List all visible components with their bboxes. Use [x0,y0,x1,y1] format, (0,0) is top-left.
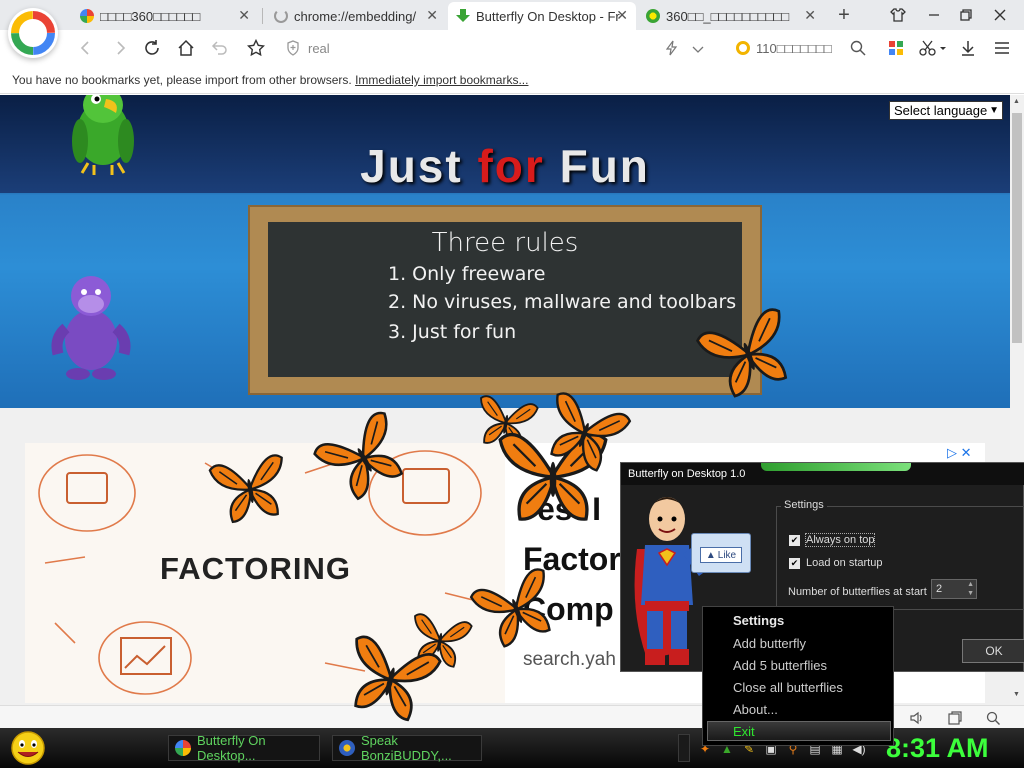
close-icon[interactable]: ✕ [616,7,628,24]
close-window-button[interactable] [988,4,1012,26]
superhero-image [627,489,708,676]
download-icon[interactable] [956,36,980,60]
language-select[interactable]: Select language ▼ [889,101,1003,120]
menu-item-add-butterfly[interactable]: Add butterfly [733,636,806,651]
num-butterflies-stepper[interactable]: 2 ▲ ▼ [931,579,977,599]
parrot-mascot [68,95,138,186]
lightning-icon[interactable] [665,40,678,61]
shield-icon [286,40,300,61]
new-tab-button[interactable]: + [832,4,856,26]
tray-expand-button[interactable] [678,734,690,762]
checkbox-icon[interactable]: ✔ [789,534,800,546]
menu-item-add-5-butterflies[interactable]: Add 5 butterflies [733,658,827,673]
thumbs-up-icon: ▲ [705,549,716,561]
menu-item-close-all[interactable]: Close all butterflies [733,680,843,695]
taskbar-clock[interactable]: 8:31 AM [886,733,989,764]
bookmarks-message: You have no bookmarks yet, please import… [12,73,352,87]
import-bookmarks-link[interactable]: Immediately import bookmarks... [355,73,528,87]
forward-icon[interactable] [108,36,132,60]
search-engine-icon [736,41,750,55]
menu-item-exit[interactable]: Exit [733,724,755,739]
close-icon[interactable]: ✕ [426,7,438,24]
plus-icon [646,9,660,23]
rule-item: 1. Only freeware [388,263,546,285]
search-input[interactable]: 110□□□□□□□ [756,41,832,56]
stepper-arrows-icon[interactable]: ▲ ▼ [967,580,974,598]
tab-title: Butterfly On Desktop - Fr [476,8,620,24]
apps-grid-icon[interactable] [884,36,908,60]
chevron-down-icon[interactable] [692,42,704,60]
menu-item-about[interactable]: About... [733,702,778,717]
download-icon [456,9,470,23]
always-on-top-checkbox[interactable]: ✔ Always on top [789,533,876,547]
rules-title: Three rules [431,228,579,258]
tab-360-other[interactable]: 360□□_□□□□□□□□□□ ✕ [638,2,824,30]
like-button[interactable]: ▲ Like [700,547,742,563]
tab-embedding[interactable]: chrome://embedding/ ✕ [266,2,446,30]
site-headline: Just for Fun [360,140,650,192]
taskbar-button-butterfly[interactable]: Butterfly On Desktop... [168,733,320,763]
tab-title: □□□□360□□□□□□ [100,8,201,24]
tab-bar: □□□□360□□□□□□ ✕ chrome://embedding/ ✕ Bu… [0,0,1024,30]
back-icon[interactable] [74,36,98,60]
scroll-down-icon[interactable]: ▼ [1013,691,1020,698]
browser-icon [175,740,191,756]
menu-item-settings[interactable]: Settings [733,613,784,628]
loading-icon [274,9,288,23]
rule-item: 2. No viruses, mallware and toolbars [388,291,737,313]
minimize-button[interactable] [922,4,946,26]
browser-favicon-icon [80,9,94,23]
browser-logo-icon[interactable] [8,8,58,58]
dropdown-arrow-icon: ▼ [989,105,999,116]
address-input[interactable]: real [308,41,330,56]
num-butterflies-label: Number of butterflies at start [788,586,927,598]
settings-label: Settings [781,499,827,511]
undo-icon[interactable] [208,36,232,60]
bonzi-icon [339,740,355,756]
search-icon[interactable] [850,40,866,59]
ad-image-text: FACTORING [160,551,351,586]
title-accent-bar [761,463,911,471]
tray-context-menu: Settings Add butterfly Add 5 butterflies… [702,606,894,746]
rule-item: 3. Just for fun [388,321,517,343]
reload-icon[interactable] [140,36,164,60]
start-button[interactable] [8,730,48,768]
gorilla-mascot [50,270,132,387]
menu-icon[interactable] [990,36,1014,60]
ok-button[interactable]: OK [962,639,1024,663]
search-box[interactable]: 110□□□□□□□ [736,34,876,62]
checkbox-icon[interactable]: ✔ [789,557,800,569]
taskbar-button-bonzi[interactable]: Speak BonziBUDDY,... [332,733,482,763]
tab-360-home[interactable]: □□□□360□□□□□□ ✕ [72,2,258,30]
close-icon[interactable]: ✕ [804,7,816,24]
scroll-up-icon[interactable]: ▲ [1013,98,1020,105]
ad-url[interactable]: search.yah [523,649,616,671]
restore-button[interactable] [954,4,978,26]
shirt-icon[interactable] [886,4,910,26]
scrollbar-thumb[interactable] [1012,113,1022,343]
scissors-icon[interactable] [916,36,950,60]
ad-choices-icon[interactable]: ▷ ✕ [947,445,972,461]
tab-divider [262,8,263,24]
home-icon[interactable] [174,36,198,60]
bookmarks-bar: You have no bookmarks yet, please import… [0,66,1024,94]
tab-butterfly[interactable]: Butterfly On Desktop - Fr ✕ [448,2,636,30]
address-bar[interactable]: real [278,34,718,62]
tab-title: 360□□_□□□□□□□□□□ [666,8,790,24]
close-icon[interactable]: ✕ [238,7,250,24]
screen: □□□□360□□□□□□ ✕ chrome://embedding/ ✕ Bu… [0,0,1024,768]
navigation-bar: real 110□□□□□□□ [0,30,1024,66]
tab-title: chrome://embedding/ [294,8,417,24]
star-icon[interactable] [244,36,268,60]
load-on-startup-checkbox[interactable]: ✔ Load on startup [789,557,882,569]
